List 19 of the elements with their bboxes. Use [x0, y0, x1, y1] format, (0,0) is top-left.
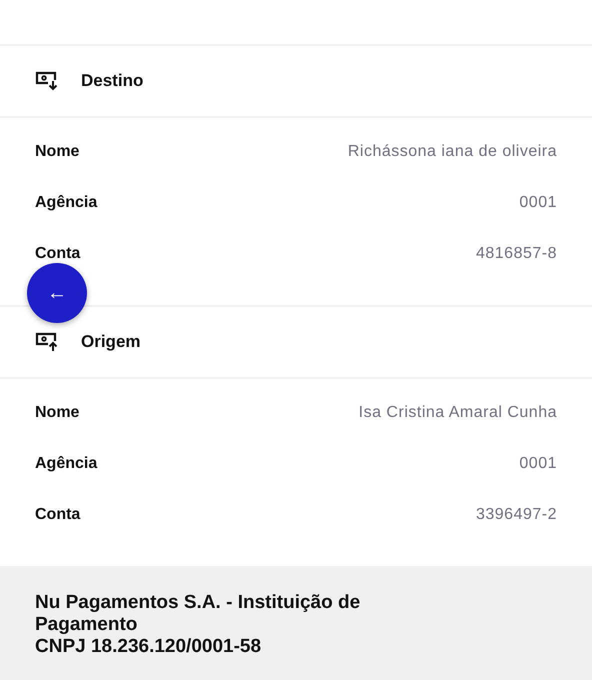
company-cnpj: CNPJ 18.236.120/0001-58	[35, 636, 262, 658]
screen-up-arrow-icon	[35, 332, 59, 352]
field-value: Isa Cristina Amaral Cunha	[358, 404, 557, 422]
field-value: 0001	[519, 194, 557, 212]
field-label: Agência	[35, 454, 98, 472]
field-label: Nome	[35, 142, 80, 160]
screen-down-arrow-icon	[35, 71, 59, 91]
field-value: Richássona iana de oliveira	[348, 142, 557, 160]
field-label: Conta	[35, 244, 80, 262]
field-value: 4816857-8	[476, 244, 557, 262]
field-label: Nome	[35, 404, 80, 422]
field-value: 3396497-2	[476, 506, 557, 524]
back-button[interactable]: ←	[27, 263, 87, 323]
field-label: Agência	[35, 194, 98, 212]
section-title: Destino	[81, 71, 144, 91]
field-label: Conta	[35, 506, 80, 524]
company-name: Nu Pagamentos S.A. - Instituição de Pagamento	[35, 592, 362, 636]
field-value: 0001	[519, 454, 557, 472]
section-title: Origem	[81, 332, 141, 352]
